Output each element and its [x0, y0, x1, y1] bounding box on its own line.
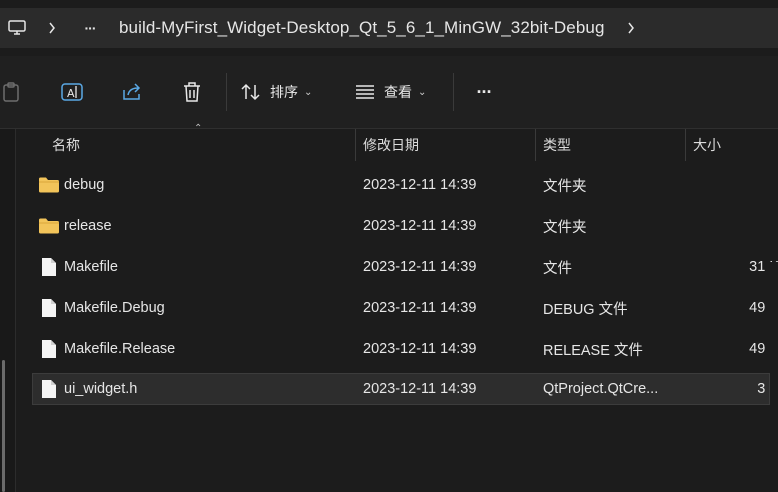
- chevron-down-icon: ⌄: [418, 86, 427, 98]
- navigation-scrollbar[interactable]: [2, 360, 5, 492]
- column-header-type[interactable]: 类型: [543, 129, 683, 161]
- file-size: [693, 210, 778, 242]
- file-row[interactable]: release 2023-12-11 14:39 文件夹: [32, 210, 770, 242]
- breadcrumb-current-folder[interactable]: build-MyFirst_Widget-Desktop_Qt_5_6_1_Mi…: [119, 8, 605, 48]
- list-scrollbar[interactable]: [770, 262, 778, 402]
- toolbar-separator: [453, 73, 454, 111]
- folder-icon: [39, 177, 59, 193]
- file-size: 31 K: [749, 259, 778, 275]
- column-divider[interactable]: [355, 129, 356, 161]
- file-name: ui_widget.h: [64, 381, 138, 397]
- column-header-name[interactable]: 名称: [52, 129, 352, 161]
- file-size: 49 K: [749, 341, 778, 357]
- share-icon[interactable]: [118, 74, 146, 110]
- this-pc-icon[interactable]: [6, 8, 28, 48]
- file-icon: [42, 258, 56, 276]
- file-name: Makefile.Release: [64, 341, 176, 357]
- file-name: Makefile: [64, 259, 118, 275]
- breadcrumb-end-chevron-icon[interactable]: [624, 8, 638, 48]
- file-type: 文件夹: [543, 219, 587, 236]
- column-divider[interactable]: [685, 129, 686, 161]
- file-type: QtProject.QtCre...: [543, 381, 659, 397]
- file-size: [693, 169, 778, 201]
- see-more-button[interactable]: ···: [468, 74, 500, 110]
- file-row-selected[interactable]: ui_widget.h 2023-12-11 14:39 QtProject.Q…: [32, 373, 778, 405]
- sort-icon: [241, 83, 260, 101]
- file-type: RELEASE 文件: [543, 342, 643, 359]
- column-header-row: 名称 修改日期 类型 大小: [16, 129, 778, 161]
- view-icon: [356, 85, 374, 99]
- file-date: 2023-12-11 14:39: [363, 341, 477, 357]
- file-name: debug: [64, 177, 105, 193]
- file-row[interactable]: Makefile.Release 2023-12-11 14:39 RELEAS…: [32, 333, 778, 365]
- file-type: 文件夹: [543, 178, 587, 195]
- file-date: 2023-12-11 14:39: [363, 381, 477, 397]
- view-button[interactable]: 查看 ⌄: [354, 74, 444, 110]
- file-date: 2023-12-11 14:39: [363, 259, 477, 275]
- sort-button[interactable]: 排序 ⌄: [240, 74, 330, 110]
- view-label: 查看: [384, 84, 412, 100]
- breadcrumb-chevron-icon[interactable]: [45, 8, 59, 48]
- file-icon: [42, 380, 56, 398]
- address-bar-inner[interactable]: ··· build-MyFirst_Widget-Desktop_Qt_5_6_…: [0, 8, 778, 48]
- folder-icon: [39, 218, 59, 234]
- address-bar: ··· build-MyFirst_Widget-Desktop_Qt_5_6_…: [0, 0, 778, 56]
- svg-text:A: A: [67, 87, 75, 100]
- file-type: DEBUG 文件: [543, 301, 628, 318]
- column-divider[interactable]: [535, 129, 536, 161]
- column-header-size[interactable]: 大小: [693, 129, 773, 161]
- sort-label: 排序: [270, 84, 298, 100]
- file-date: 2023-12-11 14:39: [363, 218, 477, 234]
- rename-icon[interactable]: A: [58, 74, 86, 110]
- file-date: 2023-12-11 14:39: [363, 177, 477, 193]
- chevron-down-icon: ⌄: [304, 86, 313, 98]
- file-row[interactable]: debug 2023-12-11 14:39 文件夹: [32, 169, 770, 201]
- file-name: release: [64, 218, 112, 234]
- paste-icon[interactable]: [0, 74, 24, 110]
- file-row[interactable]: Makefile 2023-12-11 14:39 文件 31 K: [32, 251, 778, 283]
- file-row[interactable]: Makefile.Debug 2023-12-11 14:39 DEBUG 文件…: [32, 292, 778, 324]
- file-size: 49 K: [749, 300, 778, 316]
- command-bar: A 排序 ⌄ 查看 ⌄ ···: [0, 56, 778, 129]
- breadcrumb-more-button[interactable]: ···: [78, 8, 102, 48]
- toolbar-separator: [226, 73, 227, 111]
- file-type: 文件: [543, 260, 572, 277]
- file-icon: [42, 299, 56, 317]
- file-name: Makefile.Debug: [64, 300, 165, 316]
- file-icon: [42, 340, 56, 358]
- file-size: 3 K: [757, 381, 778, 397]
- file-date: 2023-12-11 14:39: [363, 300, 477, 316]
- column-header-date[interactable]: 修改日期: [363, 129, 533, 161]
- delete-icon[interactable]: [179, 74, 205, 110]
